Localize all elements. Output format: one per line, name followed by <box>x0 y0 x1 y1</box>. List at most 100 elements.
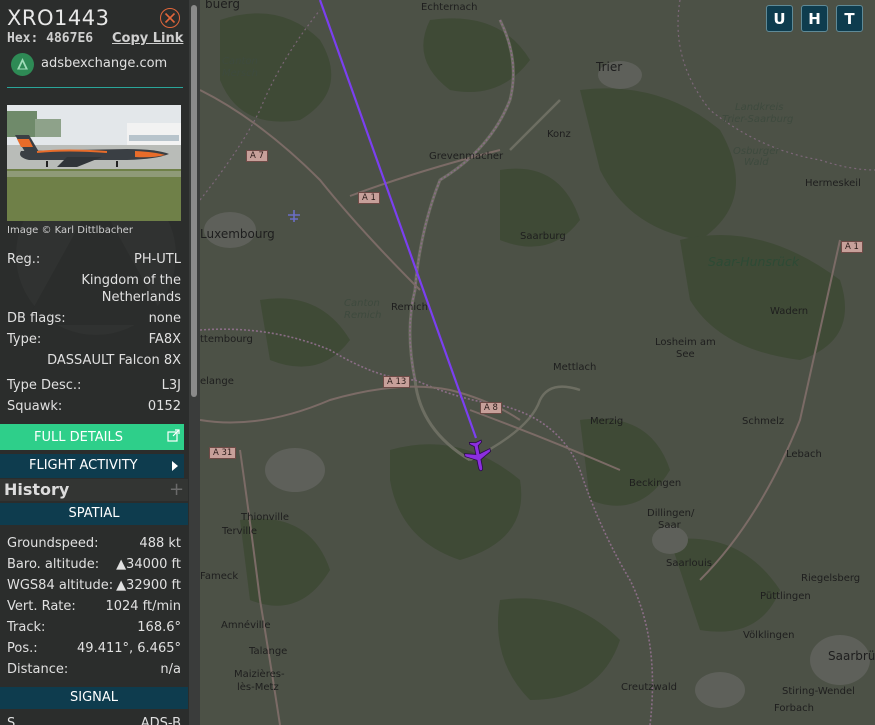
map-label-grevenmacher: Grevenmacher <box>429 151 504 162</box>
track-value: 168.6° <box>137 620 181 635</box>
adsbexchange-logo-icon <box>11 53 34 76</box>
toggle-h-button[interactable]: H <box>801 5 828 32</box>
road-shield-a1-de: A 1 <box>841 241 863 253</box>
aircraft-marker-icon[interactable] <box>464 438 492 472</box>
wgs84-altitude-label: WGS84 altitude: <box>7 578 114 593</box>
map-label-talange: Talange <box>249 646 288 657</box>
hex-label: Hex: <box>7 31 39 46</box>
signal-section-header: SIGNAL <box>0 687 188 709</box>
map-label-maizieres-1: Maizières- <box>234 669 285 680</box>
reg-label: Reg.: <box>7 252 41 267</box>
map-label-osburger-1: Osburger <box>733 146 780 157</box>
spatial-section-header: SPATIAL <box>0 503 188 525</box>
map-label-schmelz: Schmelz <box>742 416 785 427</box>
map-label-saarlouis: Saarlouis <box>666 558 712 569</box>
signal-source-label: S <box>7 716 16 725</box>
callsign: XRO1443 <box>7 6 110 30</box>
road-shield-a31: A 31 <box>209 447 237 459</box>
full-details-label: FULL DETAILS <box>34 430 123 445</box>
map-label-voelklingen: Völklingen <box>743 630 795 641</box>
map-label-puettlingen: Püttlingen <box>760 591 811 602</box>
map-label-maizieres-2: lès-Metz <box>237 682 279 693</box>
sidebar-scroll-thumb[interactable] <box>191 5 197 397</box>
map-label-landkreis-2: Trier-Saarburg <box>722 114 794 125</box>
distance-label: Distance: <box>7 662 69 677</box>
track-label: Track: <box>7 620 46 635</box>
adsbexchange-text: adsbexchange.com <box>41 56 168 71</box>
map-label-dillingen-1: Dillingen/ <box>647 508 695 519</box>
map-label-forbach: Forbach <box>774 703 814 714</box>
road-shield-a13: A 13 <box>383 376 411 388</box>
map-label-stiring: Stiring-Wendel <box>782 686 855 697</box>
history-header[interactable]: History + <box>0 479 188 501</box>
map-label-merzig: Merzig <box>590 416 624 427</box>
map-label-trier: Trier <box>596 60 623 74</box>
map-label-osburger-2: Wald <box>744 157 769 168</box>
baro-altitude-label: Baro. altitude: <box>7 557 100 572</box>
map-label-landkreis-1: Landkreis <box>735 102 784 113</box>
map-view[interactable]: buerg Echternach Trier Canton Mersch Kon… <box>200 0 875 725</box>
map-label-saar-hunsrueck: Saar-Hunsrück <box>708 254 800 269</box>
country-value: Kingdom of the Netherlands <box>31 272 181 306</box>
map-label-canton-mersch-2: Mersch <box>222 68 258 79</box>
flight-activity-button[interactable]: FLIGHT ACTIVITY <box>0 454 184 478</box>
aircraft-photo[interactable] <box>7 105 181 221</box>
baro-altitude-value: ▲34000 ft <box>116 557 181 572</box>
external-link-icon <box>167 429 180 442</box>
map-label-elange: elange <box>200 376 234 387</box>
aircraft-info-panel: XRO1443 Hex: 4867E6 Copy Link adsbexchan… <box>0 0 200 725</box>
type-label: Type: <box>7 332 42 347</box>
map-label-saarburg: Saarburg <box>520 231 566 242</box>
map-label-echternach: Echternach <box>421 2 478 13</box>
chevron-right-icon <box>172 461 178 471</box>
divider <box>7 87 183 88</box>
map-label-canton-remich-1: Canton <box>344 298 380 309</box>
map-label-remich: Remich <box>391 302 429 313</box>
map-label-hermeskeil: Hermeskeil <box>805 178 861 189</box>
map-label-riegelsberg: Riegelsberg <box>801 573 861 584</box>
map-label-konz: Konz <box>547 129 571 140</box>
type-value: FA8X <box>148 332 181 347</box>
copy-link[interactable]: Copy Link <box>112 31 183 46</box>
groundspeed-label: Groundspeed: <box>7 536 99 551</box>
map-label-lebach: Lebach <box>786 449 822 460</box>
road-shield-a1-lux: A 1 <box>358 192 380 204</box>
map-label-beckingen: Beckingen <box>629 478 682 489</box>
dbflags-label: DB flags: <box>7 311 66 326</box>
vert-rate-value: 1024 ft/min <box>105 599 181 614</box>
dbflags-value: none <box>148 311 181 326</box>
hex-code: Hex: 4867E6 <box>7 31 93 46</box>
map-label-fameck: Fameck <box>200 571 239 582</box>
road-shield-a8: A 8 <box>480 402 502 414</box>
map-label-mettlach: Mettlach <box>553 362 597 373</box>
map-label-losheim-2: See <box>676 349 695 360</box>
typedesc-label: Type Desc.: <box>7 378 82 393</box>
reg-value: PH-UTL <box>133 252 181 267</box>
country-line2: Netherlands <box>101 290 181 305</box>
flight-activity-label: FLIGHT ACTIVITY <box>29 458 138 473</box>
toggle-t-button[interactable]: T <box>836 5 863 32</box>
history-title: History <box>4 480 70 499</box>
map-label-luxembourg: Luxembourg <box>200 227 275 241</box>
full-details-button[interactable]: FULL DETAILS <box>0 424 184 450</box>
expand-plus-icon[interactable]: + <box>169 479 184 500</box>
typedesc-value: L3J <box>161 378 181 393</box>
vert-rate-label: Vert. Rate: <box>7 599 76 614</box>
map-label-canton-remich-2: Remich <box>344 310 382 321</box>
type-name: DASSAULT Falcon 8X <box>47 353 181 368</box>
squawk-value: 0152 <box>147 399 181 414</box>
toggle-u-button[interactable]: U <box>766 5 793 32</box>
map-label-buerg: buerg <box>205 0 240 11</box>
map-label-terville: Terville <box>222 526 258 537</box>
road-shield-a7: A 7 <box>246 150 268 162</box>
distance-value: n/a <box>160 662 181 677</box>
map-label-amneville: Amnéville <box>221 620 271 631</box>
map-label-losheim-1: Losheim am <box>655 337 716 348</box>
map-label-wadern: Wadern <box>770 306 809 317</box>
signal-source-value: ADS-B <box>140 716 181 725</box>
wgs84-altitude-value: ▲32900 ft <box>116 578 181 593</box>
map-label-canton-mersch-1: Canton <box>222 56 258 67</box>
map-label-dillingen-2: Saar <box>658 520 681 531</box>
groundspeed-value: 488 kt <box>139 536 181 551</box>
close-button[interactable] <box>160 8 180 28</box>
